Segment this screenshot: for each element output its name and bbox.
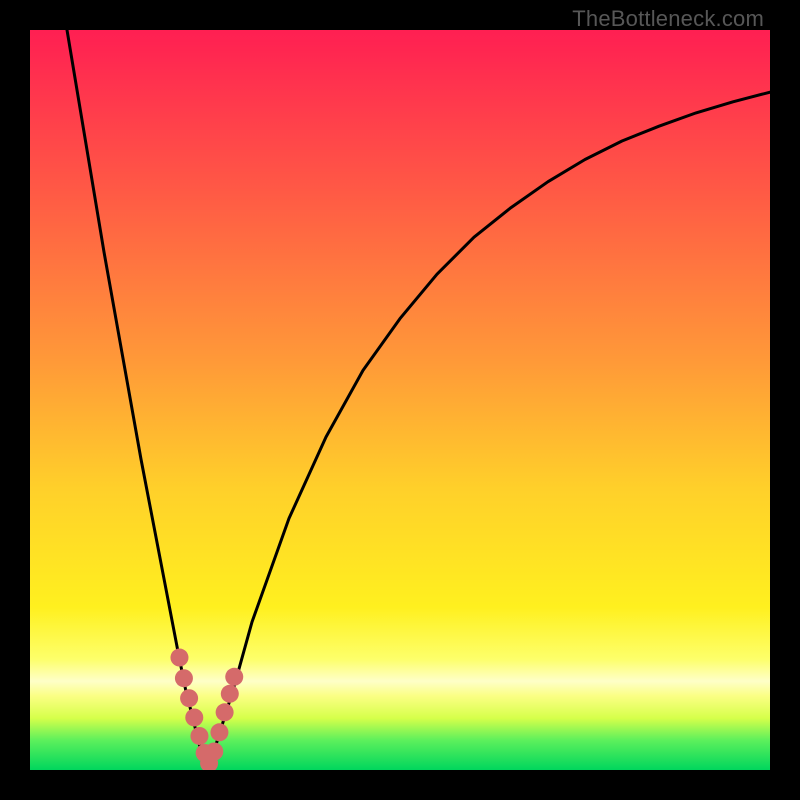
- watermark-text: TheBottleneck.com: [572, 6, 764, 32]
- optimum-marker: [210, 723, 228, 741]
- bottleneck-curve: [30, 30, 770, 770]
- optimum-marker: [170, 649, 188, 667]
- optimum-marker: [225, 668, 243, 686]
- optimum-marker: [185, 708, 203, 726]
- optimum-marker: [175, 669, 193, 687]
- optimum-marker: [180, 689, 198, 707]
- optimum-marker: [190, 727, 208, 745]
- optimum-marker: [205, 743, 223, 761]
- optimum-marker: [216, 703, 234, 721]
- plot-frame: [30, 30, 770, 770]
- optimum-marker: [221, 685, 239, 703]
